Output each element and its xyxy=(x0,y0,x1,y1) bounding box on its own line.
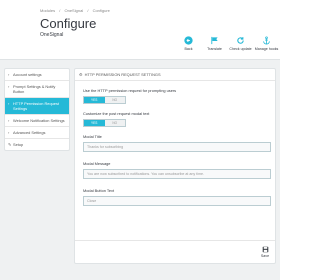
sidebar-item-label: HTTP Permission Request Settings xyxy=(13,101,59,111)
back-label: Back xyxy=(184,47,193,51)
modal-message-input[interactable]: You are now subscribed to notifications.… xyxy=(83,169,271,179)
panel-title: HTTP PERMISSION REQUEST SETTINGS xyxy=(84,72,161,77)
manage-hooks-button[interactable]: Manage hooks xyxy=(255,36,278,51)
back-button[interactable]: Back xyxy=(177,36,200,51)
sidebar-item-prompt-settings[interactable]: › Prompt Settings & Notify Button xyxy=(5,81,69,98)
use-http-label: Use the HTTP permission request for prom… xyxy=(83,88,177,93)
translate-label: Translate xyxy=(207,47,222,51)
save-label: Save xyxy=(260,254,270,258)
page-title: Configure xyxy=(40,16,97,31)
modal-message-label: Modal Message xyxy=(83,161,111,166)
customize-text-toggle[interactable]: YES NO xyxy=(83,119,126,127)
check-update-button[interactable]: Check update xyxy=(229,36,252,51)
breadcrumb-configure: Configure xyxy=(92,8,110,13)
sidebar-item-welcome-notification[interactable]: › Welcome Notification Settings xyxy=(5,115,69,127)
page-header: Modules / OneSignal / Configure Configur… xyxy=(0,0,280,60)
use-http-yes-option[interactable]: YES xyxy=(84,97,105,103)
breadcrumb-separator: / xyxy=(87,8,89,13)
customize-no-option[interactable]: NO xyxy=(105,120,126,126)
sidebar-item-http-permission[interactable]: › HTTP Permission Request Settings xyxy=(5,98,69,115)
floppy-disk-icon xyxy=(262,246,268,253)
breadcrumb: Modules / OneSignal / Configure xyxy=(40,8,113,13)
cog-icon: ⚙ xyxy=(79,72,83,77)
toolbar: Back Translate Check update Manage hooks xyxy=(177,36,278,51)
sidebar-item-label: Prompt Settings & Notify Button xyxy=(13,84,56,94)
sidebar-item-setup[interactable]: ✎ Setup xyxy=(5,139,69,150)
flag-icon xyxy=(210,36,219,45)
breadcrumb-separator: / xyxy=(59,8,61,13)
sidebar-item-label: Welcome Notification Settings xyxy=(13,118,65,123)
anchor-icon xyxy=(262,36,271,45)
sidebar-item-label: Account settings xyxy=(13,72,42,77)
panel-footer-divider xyxy=(75,240,275,241)
customize-yes-option[interactable]: YES xyxy=(84,120,105,126)
save-button[interactable]: Save xyxy=(259,246,271,258)
manage-hooks-label: Manage hooks xyxy=(254,47,279,51)
sidebar-item-label: Setup xyxy=(13,142,24,147)
breadcrumb-onesignal[interactable]: OneSignal xyxy=(65,8,84,13)
sidebar-item-account-settings[interactable]: › Account settings xyxy=(5,69,69,81)
settings-panel: ⚙ HTTP PERMISSION REQUEST SETTINGS Use t… xyxy=(74,68,276,264)
refresh-icon xyxy=(236,36,245,45)
sidebar-item-label: Advanced Settings xyxy=(13,130,46,135)
modal-title-label: Modal Title xyxy=(83,134,102,139)
settings-sidebar: › Account settings › Prompt Settings & N… xyxy=(4,68,70,151)
use-http-no-option[interactable]: NO xyxy=(105,97,126,103)
check-update-label: Check update xyxy=(229,47,252,51)
use-http-toggle[interactable]: YES NO xyxy=(83,96,126,104)
breadcrumb-modules[interactable]: Modules xyxy=(40,8,55,13)
modal-button-text-label: Modal Button Text xyxy=(83,188,115,193)
modal-title-input[interactable]: Thanks for subscribing xyxy=(83,142,271,152)
customize-text-label: Customize the post request modal text xyxy=(83,111,150,116)
sidebar-item-advanced-settings[interactable]: › Advanced Settings xyxy=(5,127,69,139)
translate-button[interactable]: Translate xyxy=(203,36,226,51)
page-subtitle: OneSignal xyxy=(40,32,64,38)
panel-heading: ⚙ HTTP PERMISSION REQUEST SETTINGS xyxy=(75,69,275,81)
back-arrow-icon xyxy=(184,36,193,45)
modal-button-text-input[interactable]: Close xyxy=(83,196,271,206)
